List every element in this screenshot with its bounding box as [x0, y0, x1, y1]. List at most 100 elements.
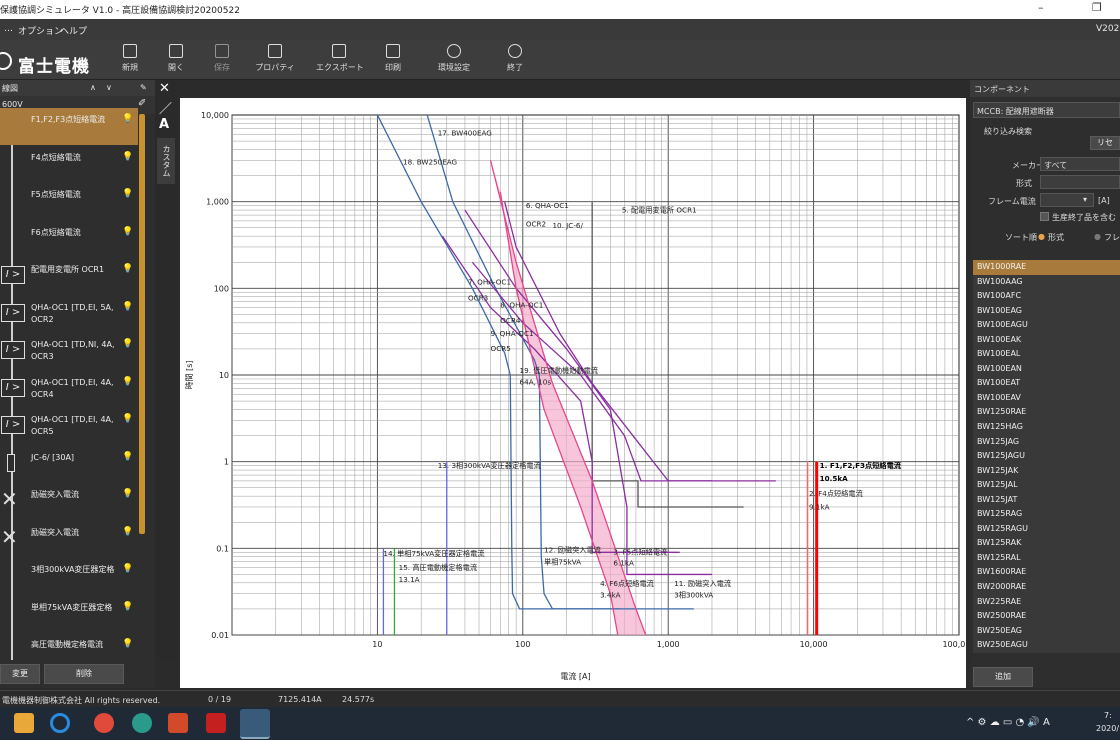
reset-button[interactable]: リセ	[1090, 136, 1120, 150]
diagram-item[interactable]: JC-6/ [30A] 💡	[0, 446, 138, 483]
acrobat-icon[interactable]	[206, 713, 226, 733]
diagram-item[interactable]: I > 配電用変電所 OCR1 💡	[0, 258, 138, 295]
diagram-item[interactable]: I > QHA-OC1 [TD,EI, 4A, OCR4 💡	[0, 371, 138, 408]
component-list-item[interactable]: BW125RAL	[973, 551, 1120, 566]
chevron-down-icon[interactable]: ∨	[106, 83, 112, 92]
diagram-scrollbar[interactable]	[139, 114, 145, 534]
type-input[interactable]	[1040, 175, 1120, 189]
diagram-item[interactable]: ✕ 励磁突入電流 💡	[0, 483, 138, 520]
diagram-item[interactable]: F4点短絡電流 💡	[0, 146, 138, 183]
delete-button[interactable]: 削除	[44, 664, 124, 684]
component-list-item[interactable]: BW100EAL	[973, 347, 1120, 362]
simulator-taskbar-icon[interactable]	[240, 709, 270, 739]
visibility-bulb-icon[interactable]: 💡	[122, 414, 133, 424]
component-list-item[interactable]: BW125RAGU	[973, 522, 1120, 537]
new-button[interactable]: 新規	[107, 42, 153, 78]
pencil-icon[interactable]: ✐	[138, 98, 146, 109]
diagram-item[interactable]: I > QHA-OC1 [TD,NI, 4A, OCR3 💡	[0, 333, 138, 370]
menu-help[interactable]: ヘルプ	[60, 24, 87, 37]
visibility-bulb-icon[interactable]: 💡	[122, 639, 133, 649]
component-list-item[interactable]: BW100EAK	[973, 333, 1120, 348]
diagram-item[interactable]: F5点短絡電流 💡	[0, 183, 138, 220]
component-list-item[interactable]: BW100EAT	[973, 376, 1120, 391]
diagram-item[interactable]: I > QHA-OC1 [TD,EI, 5A, OCR2 💡	[0, 296, 138, 333]
print-button[interactable]: 印刷	[370, 42, 416, 78]
visibility-bulb-icon[interactable]: 💡	[122, 452, 133, 462]
frame-select[interactable]: ▾	[1040, 193, 1094, 207]
diagram-item[interactable]: I > QHA-OC1 [TD,EI, 4A, OCR5 💡	[0, 408, 138, 445]
open-button[interactable]: 開く	[153, 42, 199, 78]
diagram-item[interactable]: 3相300kVA変圧器定格 💡	[0, 558, 138, 595]
component-list-item[interactable]: BW100AFC	[973, 289, 1120, 304]
menu-options[interactable]: オプション	[18, 24, 63, 37]
file-explorer-icon[interactable]	[14, 713, 34, 733]
selection-count: 0 / 19	[208, 695, 232, 704]
component-list-item[interactable]: BW125JAK	[973, 464, 1120, 479]
component-list-item[interactable]: BW100AAG	[973, 275, 1120, 290]
visibility-bulb-icon[interactable]: 💡	[122, 264, 133, 274]
component-list-item[interactable]: BW125JAG	[973, 435, 1120, 450]
component-list-item[interactable]: BW100EAN	[973, 362, 1120, 377]
discontinued-checkbox[interactable]	[1040, 212, 1049, 221]
properties-button[interactable]: プロパティ	[252, 42, 298, 78]
settings-button[interactable]: 環境設定	[431, 42, 477, 78]
component-list-item[interactable]: BW125RAG	[973, 507, 1120, 522]
visibility-bulb-icon[interactable]: 💡	[122, 152, 133, 162]
minimize-button[interactable]: –	[1038, 1, 1044, 14]
component-list-item[interactable]: BW125RAK	[973, 536, 1120, 551]
component-list-item[interactable]: BW100EAG	[973, 304, 1120, 319]
chrome-icon[interactable]	[94, 713, 114, 733]
app-icon[interactable]	[132, 713, 152, 733]
component-list-item[interactable]: BW250EAGU	[973, 638, 1120, 653]
restore-button[interactable]: ❐	[1092, 1, 1102, 14]
add-button[interactable]: 追加	[973, 667, 1033, 687]
component-list-item[interactable]: BW2500RAE	[973, 609, 1120, 624]
close-icon[interactable]: ✕	[159, 81, 170, 96]
component-list-item[interactable]: BW1250RAE	[973, 405, 1120, 420]
visibility-bulb-icon[interactable]: 💡	[122, 377, 133, 387]
coordination-chart[interactable]: 10 100 1,000 10,000 100,000 10,000 1,000 100 10 1…	[180, 98, 976, 688]
maker-select[interactable]: すべて	[1040, 157, 1120, 171]
component-list-item[interactable]: BW250EAG	[973, 624, 1120, 639]
visibility-bulb-icon[interactable]: 💡	[122, 339, 133, 349]
powerpoint-icon[interactable]	[168, 713, 188, 733]
edge-browser-icon[interactable]	[50, 713, 70, 733]
component-list-item[interactable]: BW125JAT	[973, 493, 1120, 508]
visibility-bulb-icon[interactable]: 💡	[122, 564, 133, 574]
category-select[interactable]: MCCB: 配線用遮断器	[973, 102, 1120, 118]
component-list-item[interactable]: BW225RAE	[973, 595, 1120, 610]
diagram-item[interactable]: F1,F2,F3点短絡電流 💡	[0, 108, 138, 145]
menu-file-icon[interactable]: …	[4, 24, 13, 34]
component-list-item[interactable]: BW1600RAE	[973, 565, 1120, 580]
component-panel-header: コンポーネント	[970, 80, 1120, 97]
component-list-item[interactable]: BW125HAG	[973, 420, 1120, 435]
exit-button[interactable]: 終了	[492, 42, 538, 78]
component-list-item[interactable]: BW100EAV	[973, 391, 1120, 406]
visibility-bulb-icon[interactable]: 💡	[122, 489, 133, 499]
component-list-item[interactable]: BW1000RAE	[973, 260, 1120, 275]
chevron-up-icon[interactable]: ∧	[90, 83, 96, 92]
visibility-bulb-icon[interactable]: 💡	[122, 527, 133, 537]
visibility-bulb-icon[interactable]: 💡	[122, 602, 133, 612]
component-list-item[interactable]: BW125JAL	[973, 478, 1120, 493]
diagram-item[interactable]: ✕ 励磁突入電流 💡	[0, 521, 138, 558]
tab-custom[interactable]: カスタム	[157, 138, 175, 184]
sort-radio-type[interactable]: ●	[1038, 232, 1045, 241]
change-button[interactable]: 変更	[0, 664, 40, 684]
visibility-bulb-icon[interactable]: 💡	[122, 114, 133, 124]
pin-icon[interactable]: ✎	[140, 83, 147, 92]
text-tool-icon[interactable]: A	[159, 117, 169, 132]
visibility-bulb-icon[interactable]: 💡	[122, 227, 133, 237]
line-tool-icon[interactable]: ／	[159, 98, 172, 117]
visibility-bulb-icon[interactable]: 💡	[122, 302, 133, 312]
component-list[interactable]: BW1000RAE BW100AAG BW100AFC BW100EAG BW100EA…	[973, 260, 1120, 653]
component-list-item[interactable]: BW100EAGU	[973, 318, 1120, 333]
component-list-item[interactable]: BW2000RAE	[973, 580, 1120, 595]
diagram-item[interactable]: 単相75kVA変圧器定格 💡	[0, 596, 138, 633]
visibility-bulb-icon[interactable]: 💡	[122, 189, 133, 199]
export-button[interactable]: エクスポート	[316, 42, 364, 78]
component-list-item[interactable]: BW125JAGU	[973, 449, 1120, 464]
save-button[interactable]: 保存	[199, 42, 245, 78]
sort-radio-frame[interactable]: ●	[1094, 232, 1101, 241]
diagram-item[interactable]: F6点短絡電流 💡	[0, 221, 138, 258]
